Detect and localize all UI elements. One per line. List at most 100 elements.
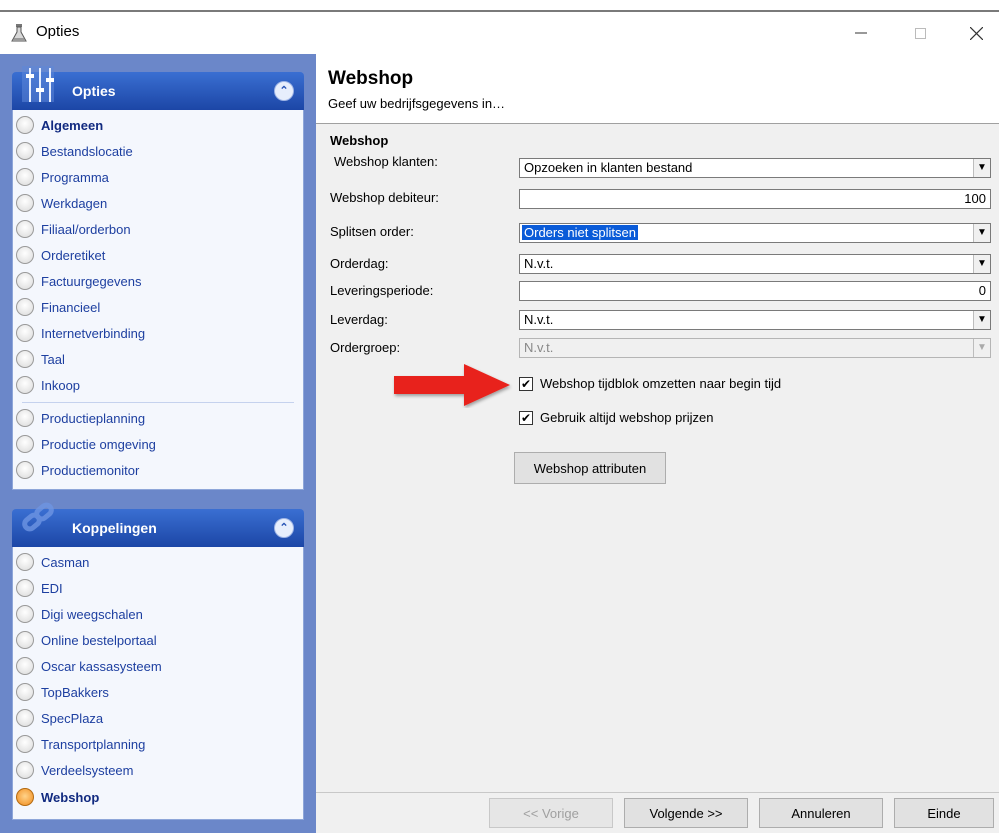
radio-icon [16, 461, 34, 479]
sidebar-item-label: Online bestelportaal [41, 632, 157, 648]
radio-icon [16, 246, 34, 264]
splitsen-order-value: Orders niet splitsen [522, 225, 638, 240]
lab-flask-icon [11, 24, 27, 42]
splitsen-order-select[interactable]: Orders niet splitsen ▼ [519, 223, 991, 243]
sidebar-item-label: Internetverbinding [41, 325, 146, 341]
radio-icon [16, 142, 34, 160]
sidebar-item-inkoop[interactable]: Inkoop [16, 372, 80, 398]
sidebar-item-edi[interactable]: EDI [16, 575, 63, 601]
dropdown-arrow-icon[interactable]: ▼ [973, 255, 990, 273]
radio-icon [16, 435, 34, 453]
collapse-chevron-icon[interactable]: ⌃ [274, 518, 294, 538]
sidebar-item-online-bestelportaal[interactable]: Online bestelportaal [16, 627, 157, 653]
dropdown-arrow-icon[interactable]: ▼ [973, 159, 990, 177]
sidebar-item-casman[interactable]: Casman [16, 549, 89, 575]
sidebar-item-label: Bestandslocatie [41, 143, 133, 159]
tijdblok-checkbox-label: Webshop tijdblok omzetten naar begin tij… [540, 376, 782, 391]
minimize-button[interactable] [838, 12, 884, 54]
sidebar-item-specplaza[interactable]: SpecPlaza [16, 705, 103, 731]
radio-icon [16, 116, 34, 134]
sidebar-item-label: Werkdagen [41, 195, 108, 211]
sidebar-item-factuurgegevens[interactable]: Factuurgegevens [16, 268, 141, 294]
sidebar-item-label: Financieel [41, 299, 101, 315]
koppelingen-panel-header[interactable]: Koppelingen ⌃ [12, 502, 304, 547]
radio-icon [16, 168, 34, 186]
link-chain-icon [22, 502, 54, 532]
close-button[interactable] [953, 12, 999, 54]
page-subtitle: Geef uw bedrijfsgegevens in… [328, 96, 506, 111]
dropdown-arrow-icon[interactable]: ▼ [973, 224, 990, 242]
sidebar-item-internetverbinding[interactable]: Internetverbinding [16, 320, 145, 346]
section-title: Webshop [330, 133, 389, 148]
sidebar-item-productiemonitor[interactable]: Productiemonitor [16, 457, 139, 483]
page-header: Webshop Geef uw bedrijfsgegevens in… [316, 54, 999, 124]
checkbox-checked-icon[interactable]: ✔ [519, 410, 533, 425]
radio-selected-icon [16, 788, 34, 806]
leveringsperiode-label: Leveringsperiode: [330, 283, 434, 298]
sidebar-item-label: Algemeen [41, 117, 104, 133]
sidebar-item-productie-omgeving[interactable]: Productie omgeving [16, 431, 156, 457]
sidebar-item-programma[interactable]: Programma [16, 164, 109, 190]
sidebar-item-label: Productiemonitor [41, 462, 140, 478]
sidebar-item-productieplanning[interactable]: Productieplanning [16, 405, 145, 431]
orderdag-value: N.v.t. [524, 256, 554, 271]
previous-button[interactable]: << Vorige [489, 798, 613, 828]
sidebar-item-label: Productieplanning [41, 410, 146, 426]
cancel-button[interactable]: Annuleren [759, 798, 883, 828]
webshop-klanten-select[interactable]: Opzoeken in klanten bestand ▼ [519, 158, 991, 178]
sidebar-item-topbakkers[interactable]: TopBakkers [16, 679, 109, 705]
prijzen-checkbox[interactable]: ✔ Gebruik altijd webshop prijzen [519, 410, 713, 425]
leveringsperiode-input[interactable]: 0 [519, 281, 991, 301]
radio-icon [16, 579, 34, 597]
sidebar-item-webshop[interactable]: Webshop [16, 784, 99, 810]
radio-icon [16, 761, 34, 779]
sidebar-item-taal[interactable]: Taal [16, 346, 65, 372]
radio-icon [16, 409, 34, 427]
leveringsperiode-value: 0 [978, 283, 986, 298]
sidebar-item-financieel[interactable]: Financieel [16, 294, 100, 320]
sidebar-item-transportplanning[interactable]: Transportplanning [16, 731, 145, 757]
dropdown-arrow-icon[interactable]: ▼ [973, 311, 990, 329]
opties-panel-title: Opties [72, 83, 116, 99]
tijdblok-checkbox[interactable]: ✔ Webshop tijdblok omzetten naar begin t… [519, 376, 781, 391]
radio-icon [16, 194, 34, 212]
radio-icon [16, 553, 34, 571]
sidebar-item-label: Filiaal/orderbon [41, 221, 131, 237]
sidebar-item-label: Inkoop [41, 377, 81, 393]
webshop-debiteur-label: Webshop debiteur: [330, 190, 439, 205]
sidebar-item-digi-weegschalen[interactable]: Digi weegschalen [16, 601, 143, 627]
sidebar-item-label: Verdeelsysteem [41, 762, 134, 778]
ordergroep-label: Ordergroep: [330, 340, 401, 355]
sidebar-item-verdeelsysteem[interactable]: Verdeelsysteem [16, 757, 134, 783]
sidebar-item-orderetiket[interactable]: Orderetiket [16, 242, 105, 268]
sidebar-item-label: Taal [41, 351, 65, 367]
sidebar-item-oscar-kassasysteem[interactable]: Oscar kassasysteem [16, 653, 162, 679]
radio-icon [16, 657, 34, 675]
orderdag-select[interactable]: N.v.t. ▼ [519, 254, 991, 274]
sidebar-item-label: Productie omgeving [41, 436, 156, 452]
webshop-klanten-value: Opzoeken in klanten bestand [524, 160, 693, 175]
sidebar-item-label: Oscar kassasysteem [41, 658, 162, 674]
end-button[interactable]: Einde [894, 798, 994, 828]
divider [22, 402, 294, 403]
webshop-attributen-button[interactable]: Webshop attributen [514, 452, 666, 484]
webshop-debiteur-input[interactable]: 100 [519, 189, 991, 209]
sliders-icon [22, 66, 54, 102]
sidebar-item-filiaal-orderbon[interactable]: Filiaal/orderbon [16, 216, 131, 242]
dropdown-arrow-icon: ▼ [973, 339, 990, 357]
ordergroep-value: N.v.t. [524, 340, 554, 355]
sidebar-item-algemeen[interactable]: Algemeen [16, 112, 103, 138]
orderdag-label: Orderdag: [330, 256, 389, 271]
collapse-chevron-icon[interactable]: ⌃ [274, 81, 294, 101]
checkbox-checked-icon[interactable]: ✔ [519, 376, 533, 391]
maximize-button[interactable] [897, 12, 943, 54]
next-button[interactable]: Volgende >> [624, 798, 748, 828]
opties-panel-header[interactable]: Opties ⌃ [12, 66, 304, 110]
sidebar-item-werkdagen[interactable]: Werkdagen [16, 190, 107, 216]
sidebar-item-label: Webshop [41, 789, 100, 805]
ordergroep-select: N.v.t. ▼ [519, 338, 991, 358]
leverdag-select[interactable]: N.v.t. ▼ [519, 310, 991, 330]
sidebar-item-label: Digi weegschalen [41, 606, 143, 622]
sidebar-item-bestandslocatie[interactable]: Bestandslocatie [16, 138, 133, 164]
sidebar-item-label: Orderetiket [41, 247, 106, 263]
